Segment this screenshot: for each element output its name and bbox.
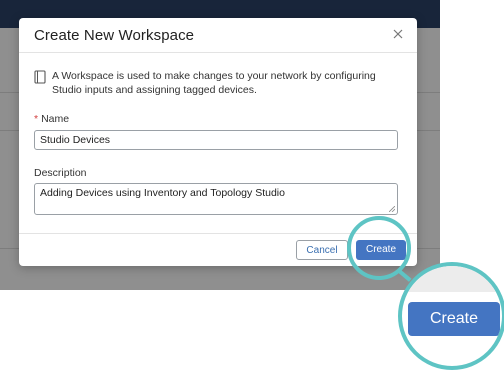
info-text: A Workspace is used to make changes to y… — [52, 70, 376, 96]
name-field[interactable]: Studio Devices — [34, 130, 398, 150]
document-icon — [34, 70, 46, 84]
zoomed-create-button: Create — [408, 302, 500, 336]
cancel-button[interactable]: Cancel — [296, 240, 348, 260]
close-icon[interactable] — [391, 27, 405, 41]
description-label: Description — [34, 167, 87, 179]
resize-handle-icon[interactable] — [389, 206, 395, 212]
description-field[interactable]: Adding Devices using Inventory and Topol… — [34, 183, 398, 215]
zoom-callout: Create — [398, 262, 504, 370]
name-label: * Name — [34, 113, 70, 125]
modal-title: Create New Workspace — [34, 27, 195, 44]
modal-header: Create New Workspace — [19, 18, 417, 53]
required-marker: * — [34, 113, 39, 125]
zoom-background — [402, 266, 502, 292]
